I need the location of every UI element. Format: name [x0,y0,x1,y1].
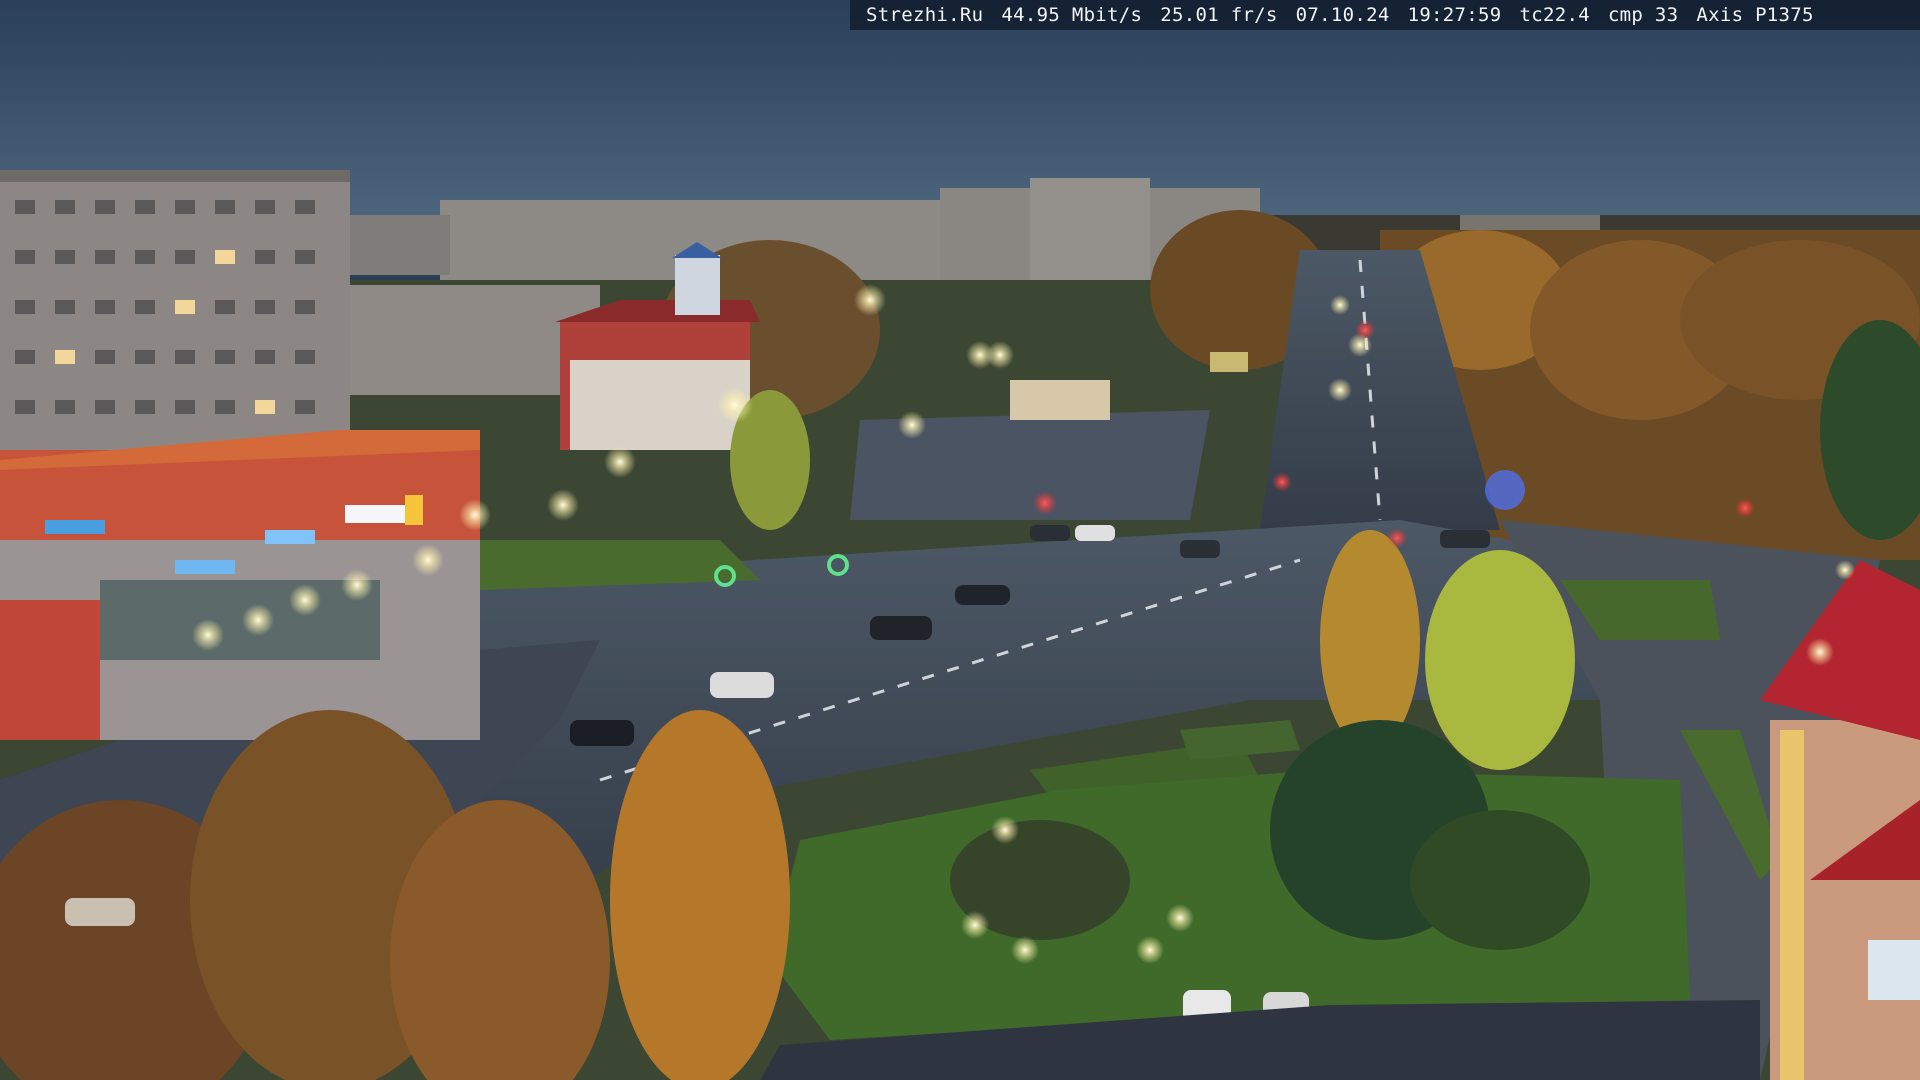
billboard [1210,352,1248,372]
overlay-bitrate: 44.95 Mbit/s [1001,4,1143,26]
overlay-camera: Axis P1375 [1696,4,1814,26]
overlay-site: Strezhi.Ru [866,4,984,26]
webcam-frame: Strezhi.Ru 44.95 Mbit/s 25.01 fr/s 07.10… [0,0,1920,1080]
left-shopping-center [0,430,480,740]
illuminated-decoration [1485,470,1525,510]
overlay-date: 07.10.24 [1295,4,1390,26]
overlay-tc: tc22.4 [1519,4,1590,26]
street-scene [0,0,1920,1080]
overlay-cmp: cmp 33 [1607,4,1679,26]
kiosk [1010,380,1110,420]
overlay-fps: 25.01 fr/s [1160,4,1278,26]
camera-info-overlay: Strezhi.Ru 44.95 Mbit/s 25.01 fr/s 07.10… [850,0,1920,30]
overlay-time: 19:27:59 [1407,4,1502,26]
